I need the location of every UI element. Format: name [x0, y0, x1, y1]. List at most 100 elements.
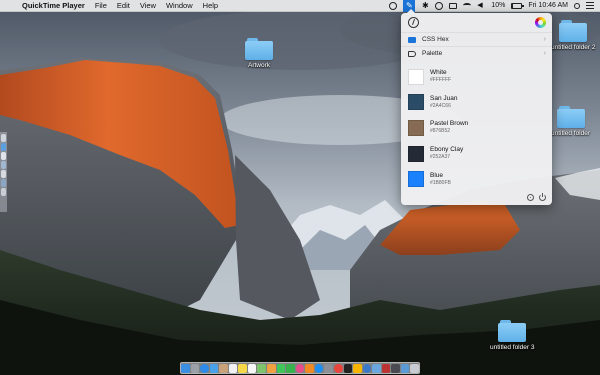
color-picker-popover: CSS Hex › Palette › White #FFFFFF San Ju… — [401, 13, 552, 205]
dock-app-icon[interactable] — [1, 170, 6, 178]
color-swatch — [408, 145, 424, 162]
hex-format-icon — [408, 36, 416, 43]
menu-view[interactable]: View — [135, 0, 161, 12]
dock-app-icon[interactable] — [381, 363, 391, 373]
app-store-icon[interactable] — [314, 363, 324, 373]
notes-icon[interactable] — [238, 363, 247, 373]
folder-icon — [498, 320, 527, 342]
palette-selector[interactable]: Palette › — [401, 46, 552, 60]
dock-app-icon[interactable] — [1, 134, 6, 142]
notification-center-icon[interactable] — [586, 2, 594, 9]
popover-arrow — [406, 9, 416, 14]
folder-label: untitled folder 2 — [551, 44, 596, 51]
swatch-hex: #252A37 — [430, 154, 451, 161]
settings-icon[interactable] — [527, 193, 534, 201]
dock-app-icon[interactable] — [1, 161, 6, 169]
battery-percentage: 10% — [491, 1, 506, 9]
itunes-icon[interactable] — [295, 363, 305, 373]
finder-icon[interactable] — [180, 363, 190, 373]
menu-edit[interactable]: Edit — [112, 0, 135, 12]
dock-app-icon[interactable] — [391, 363, 400, 373]
color-wheel-icon[interactable] — [535, 17, 546, 28]
reminders-icon[interactable] — [247, 363, 257, 373]
format-selector[interactable]: CSS Hex › — [401, 32, 552, 46]
desktop-folder[interactable]: untitled folder 2 — [551, 20, 595, 51]
calendar-icon[interactable] — [228, 363, 238, 373]
folder-icon — [559, 20, 588, 42]
dock-app-icon[interactable] — [1, 179, 6, 187]
swatch-text: White #FFFFFF — [430, 69, 451, 84]
messages-icon[interactable] — [276, 363, 286, 373]
swatch-row[interactable]: San Juan #2A4C66 — [401, 90, 552, 116]
menu-window[interactable]: Window — [161, 0, 198, 12]
menu-help[interactable]: Help — [198, 0, 223, 12]
preview-icon[interactable] — [372, 363, 381, 373]
system-preferences-icon[interactable] — [324, 363, 333, 373]
swatch-list: White #FFFFFF San Juan #2A4C66 Pastel Br… — [401, 64, 552, 192]
menu-file[interactable]: File — [90, 0, 112, 12]
facetime-icon[interactable] — [286, 363, 295, 373]
dock — [180, 362, 420, 374]
format-label: CSS Hex — [422, 36, 449, 43]
desktop-folder[interactable]: untitled folder 3 — [490, 320, 534, 351]
swatch-hex: #876B52 — [430, 128, 451, 135]
swatch-text: San Juan #2A4C66 — [430, 95, 457, 110]
contacts-icon[interactable] — [219, 363, 228, 373]
wifi-icon[interactable] — [463, 3, 472, 8]
terminal-icon[interactable] — [343, 363, 353, 373]
swatch-row[interactable]: Pastel Brown #876B52 — [401, 115, 552, 141]
folder-label: Artwork — [247, 62, 271, 69]
dock-app-icon[interactable] — [1, 152, 6, 160]
swatch-row[interactable]: Ebony Clay #252A37 — [401, 141, 552, 167]
search-icon[interactable] — [574, 2, 580, 9]
side-dock — [0, 132, 7, 212]
mail-icon[interactable] — [209, 363, 219, 373]
popover-header — [401, 13, 552, 32]
folder-icon — [556, 106, 585, 128]
dock-app-icon[interactable] — [1, 143, 6, 151]
swatch-text: Pastel Brown #876B52 — [430, 120, 468, 135]
maps-icon[interactable] — [257, 363, 267, 373]
color-swatch — [408, 171, 424, 188]
chevron-right-icon: › — [543, 36, 546, 43]
quicktime-icon[interactable] — [362, 363, 372, 373]
menu-clock[interactable]: Fri 10:46 AM — [528, 0, 568, 12]
color-swatch — [408, 119, 424, 136]
swatch-hex: #FFFFFF — [430, 77, 452, 84]
launchpad-icon[interactable] — [190, 363, 200, 373]
volume-icon[interactable]: ◀ — [477, 2, 485, 10]
photos-icon[interactable] — [267, 363, 276, 373]
eyedropper-icon[interactable] — [408, 17, 419, 28]
swatch-hex: #2A4C66 — [430, 102, 451, 109]
swatch-row[interactable]: White #FFFFFF — [401, 64, 552, 90]
ibooks-icon[interactable] — [305, 363, 314, 373]
folder-label: untitled folder — [551, 130, 591, 137]
swatch-name: Pastel Brown — [430, 120, 469, 128]
folder-icon — [245, 38, 273, 60]
sketch-icon[interactable] — [353, 363, 362, 373]
safari-icon[interactable] — [200, 363, 209, 373]
desktop-folder[interactable]: untitled folder — [551, 106, 590, 137]
swatch-hex: #1B80FB — [430, 179, 451, 186]
record-icon[interactable] — [389, 1, 398, 10]
status-menu-area: ✎ ✱ ◀ 10% Fri 10:46 AM — [389, 0, 600, 12]
trash-icon[interactable] — [410, 363, 420, 373]
popover-footer — [401, 189, 552, 205]
bluetooth-icon[interactable]: ✱ — [421, 1, 429, 10]
swatch-text: Blue #1B80FB — [430, 172, 451, 187]
battery-icon[interactable] — [511, 2, 525, 9]
menu-bar: QuickTime Player File Edit View Window H… — [0, 0, 600, 12]
swatch-name: White — [430, 69, 447, 77]
chevron-right-icon: › — [543, 50, 546, 57]
desktop-folder[interactable]: Artwork — [245, 38, 273, 69]
swatch-text: Ebony Clay #252A37 — [430, 146, 463, 161]
palette-label: Palette — [422, 50, 443, 57]
chrome-icon[interactable] — [333, 363, 343, 373]
airplay-icon[interactable] — [449, 2, 458, 9]
time-machine-icon[interactable] — [435, 1, 444, 10]
downloads-stack-icon[interactable] — [400, 363, 410, 373]
swatch-name: Ebony Clay — [430, 146, 464, 154]
dock-app-icon[interactable] — [1, 188, 6, 196]
menu-app-name[interactable]: QuickTime Player — [20, 0, 90, 12]
power-icon[interactable] — [539, 192, 546, 201]
